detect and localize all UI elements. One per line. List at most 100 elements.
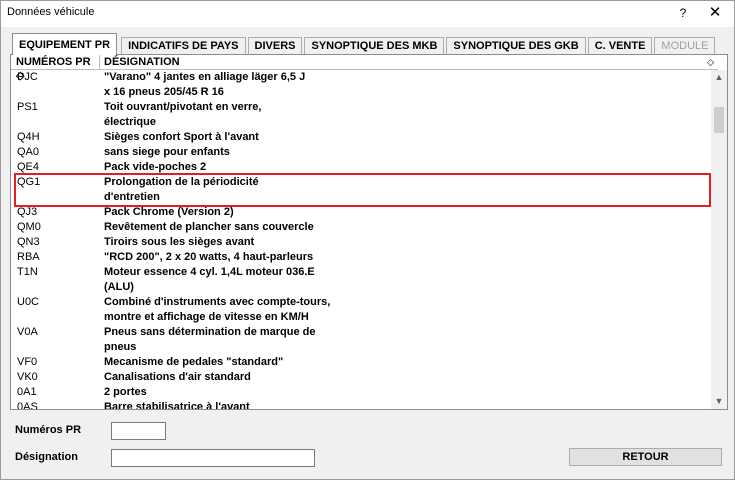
row-designation: Moteur essence 4 cyl. 1,4L moteur 036.E (… xyxy=(104,265,315,295)
table-row[interactable]: PJC "Varano" 4 jantes en alliage läger 6,… xyxy=(11,70,711,100)
row-designation-line: 2 portes xyxy=(104,386,147,398)
designation-input[interactable] xyxy=(111,449,315,467)
table-header: NUMÉROS PR ◇ DÉSIGNATION ◇ xyxy=(11,55,718,82)
table-row[interactable]: VK0 Canalisations d'air standard xyxy=(11,370,711,385)
row-designation-line: électrique xyxy=(104,116,156,128)
help-button[interactable]: ? xyxy=(669,4,697,22)
row-designation: Combiné d'instruments avec compte-tours,… xyxy=(104,295,330,325)
vehicle-data-dialog: Données véhicule ? ✕ EQUIPEMENT PR INDIC… xyxy=(0,0,735,480)
vertical-scrollbar[interactable]: ▲ ▼ xyxy=(711,70,727,409)
table-body: PJC "Varano" 4 jantes en alliage läger 6,… xyxy=(11,70,711,409)
table-row[interactable]: 0A1 2 portes xyxy=(11,385,711,400)
row-designation-line: Pneus sans détermination de marque de xyxy=(104,326,316,338)
title-bar: Données véhicule ? ✕ xyxy=(1,1,734,27)
row-designation: Revêtement de plancher sans couvercle xyxy=(104,220,314,235)
column-header-designation[interactable]: DÉSIGNATION ◇ xyxy=(100,55,718,69)
row-code: QM0 xyxy=(17,221,41,233)
retour-button-label: RETOUR xyxy=(622,451,669,463)
row-designation: Sièges confort Sport à l'avant xyxy=(104,130,259,145)
table-row[interactable]: QJ3 Pack Chrome (Version 2) xyxy=(11,205,711,220)
row-designation-line: Pack Chrome (Version 2) xyxy=(104,206,234,218)
window-title: Données véhicule xyxy=(7,6,95,18)
row-code: U0C xyxy=(17,296,40,308)
row-code: RBA xyxy=(17,251,40,263)
tab-synoptique-gkb[interactable]: SYNOPTIQUE DES GKB xyxy=(446,37,586,55)
row-code: QE4 xyxy=(17,161,40,173)
table-row[interactable]: U0C Combiné d'instruments avec compte-tou… xyxy=(11,295,711,325)
row-code: PS1 xyxy=(17,101,38,113)
row-code: VK0 xyxy=(17,371,38,383)
column-header-numeros-pr[interactable]: NUMÉROS PR ◇ xyxy=(11,55,100,82)
row-designation: 2 portes xyxy=(104,385,147,400)
row-designation-line: (ALU) xyxy=(104,281,134,293)
row-code: 0A1 xyxy=(17,386,37,398)
table-row[interactable]: 0AS Barre stabilisatrice à l'avant xyxy=(11,400,711,409)
row-code: VF0 xyxy=(17,356,38,368)
table-row[interactable]: QN3 Tiroirs sous les sièges avant xyxy=(11,235,711,250)
tab-equipement-pr[interactable]: EQUIPEMENT PR xyxy=(12,33,118,55)
row-designation: "RCD 200", 2 x 20 watts, 4 haut-parleurs xyxy=(104,250,313,265)
row-designation-line: Combiné d'instruments avec compte-tours, xyxy=(104,296,331,308)
row-designation-line: montre et affichage de vitesse en KM/H xyxy=(104,311,309,323)
row-designation-line: Mecanisme de pedales "standard" xyxy=(104,356,284,368)
row-designation-line: Sièges confort Sport à l'avant xyxy=(104,131,259,143)
row-code: QA0 xyxy=(17,146,40,158)
row-designation-line: "RCD 200", 2 x 20 watts, 4 haut-parleurs xyxy=(104,251,314,263)
row-code: V0A xyxy=(17,326,38,338)
row-designation-line: Prolongation de la périodicité xyxy=(104,176,259,188)
tab-module: MODULE xyxy=(654,37,716,55)
row-designation-line: d'entretien xyxy=(104,191,160,203)
row-designation-line: x 16 pneus 205/45 R 16 xyxy=(104,86,224,98)
sort-icon: ◇ xyxy=(707,57,714,67)
row-code: QG1 xyxy=(17,176,41,188)
table-row[interactable]: T1N Moteur essence 4 cyl. 1,4L moteur 036… xyxy=(11,265,711,295)
row-designation-line: "Varano" 4 jantes en alliage läger 6,5 J xyxy=(104,71,306,83)
row-designation: Toit ouvrant/pivotant en verre, électriqu… xyxy=(104,100,262,130)
numeros-pr-input[interactable] xyxy=(111,422,166,440)
tab-c-vente[interactable]: C. VENTE xyxy=(587,37,653,55)
row-code: T1N xyxy=(17,266,38,278)
row-designation: Canalisations d'air standard xyxy=(104,370,251,385)
row-designation-line: Toit ouvrant/pivotant en verre, xyxy=(104,101,262,113)
row-code: PJC xyxy=(17,71,38,83)
equipment-table: NUMÉROS PR ◇ DÉSIGNATION ◇ PJC "Varano" 4… xyxy=(10,54,728,410)
row-designation-line: Tiroirs sous les sièges avant xyxy=(104,236,255,248)
retour-button[interactable]: RETOUR xyxy=(569,448,722,466)
row-designation-line: Moteur essence 4 cyl. 1,4L moteur 036.E xyxy=(104,266,315,278)
table-row[interactable]: QG1 Prolongation de la périodicité d'entre… xyxy=(11,175,711,205)
row-designation-line: Revêtement de plancher sans couvercle xyxy=(104,221,314,233)
scroll-down-icon[interactable]: ▼ xyxy=(711,394,727,409)
table-row[interactable]: PS1 Toit ouvrant/pivotant en verre, électr… xyxy=(11,100,711,130)
row-designation: Pneus sans détermination de marque de pne… xyxy=(104,325,316,355)
table-row[interactable]: QE4 Pack vide-poches 2 xyxy=(11,160,711,175)
row-designation-line: sans siege pour enfants xyxy=(104,146,230,158)
table-row[interactable]: QA0 sans siege pour enfants xyxy=(11,145,711,160)
close-icon[interactable]: ✕ xyxy=(701,4,729,22)
scroll-thumb[interactable] xyxy=(714,107,724,133)
numeros-pr-label: Numéros PR xyxy=(15,424,82,436)
tab-synoptique-mkb[interactable]: SYNOPTIQUE DES MKB xyxy=(304,37,445,55)
row-code: QJ3 xyxy=(17,206,38,218)
tab-divers[interactable]: DIVERS xyxy=(247,37,303,55)
row-designation-line: Canalisations d'air standard xyxy=(104,371,251,383)
row-designation: Tiroirs sous les sièges avant xyxy=(104,235,254,250)
row-designation: Barre stabilisatrice à l'avant xyxy=(104,400,250,409)
table-row[interactable]: RBA "RCD 200", 2 x 20 watts, 4 haut-parle… xyxy=(11,250,711,265)
column-header-designation-label: DÉSIGNATION xyxy=(104,56,180,68)
table-row[interactable]: V0A Pneus sans détermination de marque de… xyxy=(11,325,711,355)
table-row[interactable]: Q4H Sièges confort Sport à l'avant xyxy=(11,130,711,145)
tab-indicatifs-de-pays[interactable]: INDICATIFS DE PAYS xyxy=(121,37,246,55)
designation-label: Désignation xyxy=(15,451,78,463)
tab-strip: EQUIPEMENT PR INDICATIFS DE PAYS DIVERS … xyxy=(12,33,717,55)
row-designation-line: Pack vide-poches 2 xyxy=(104,161,207,173)
table-row[interactable]: QM0 Revêtement de plancher sans couvercle xyxy=(11,220,711,235)
row-designation-line: Barre stabilisatrice à l'avant xyxy=(104,401,250,409)
row-designation-line: pneus xyxy=(104,341,137,353)
row-designation: Pack vide-poches 2 xyxy=(104,160,206,175)
row-designation: Mecanisme de pedales "standard" xyxy=(104,355,283,370)
row-designation: sans siege pour enfants xyxy=(104,145,230,160)
row-code: 0AS xyxy=(17,401,38,409)
table-row[interactable]: VF0 Mecanisme de pedales "standard" xyxy=(11,355,711,370)
scroll-up-icon[interactable]: ▲ xyxy=(711,70,727,85)
row-designation: "Varano" 4 jantes en alliage läger 6,5 J… xyxy=(104,70,305,100)
